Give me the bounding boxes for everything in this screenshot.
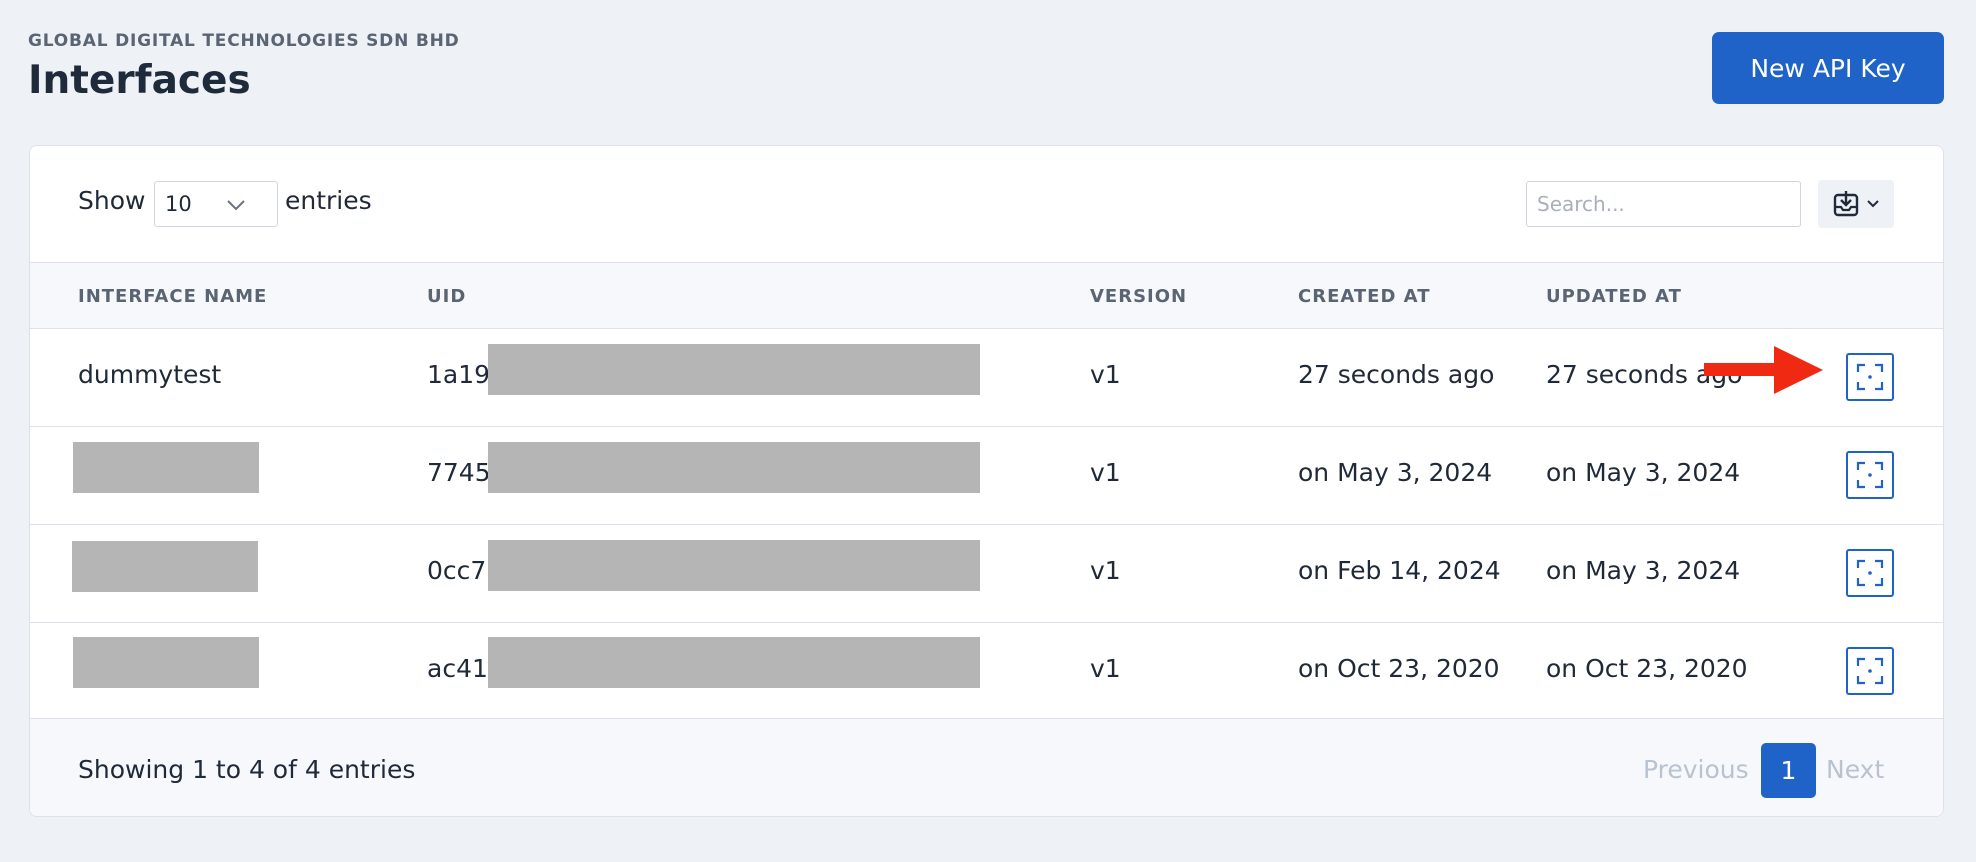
column-header-interface-name[interactable]: INTERFACE NAME xyxy=(78,286,267,307)
chevron-down-icon xyxy=(227,200,245,211)
page-size-value: 10 xyxy=(165,192,192,216)
scan-focus-icon xyxy=(1856,657,1884,685)
new-api-key-button[interactable]: New API Key xyxy=(1712,32,1944,104)
table-row: 7745 v1 on May 3, 2024 on May 3, 2024 xyxy=(30,427,1943,525)
redacted-interface-name xyxy=(73,442,259,493)
column-header-uid[interactable]: UID xyxy=(427,286,466,307)
scan-focus-icon xyxy=(1856,559,1884,587)
scan-focus-icon xyxy=(1856,461,1884,489)
download-tray-icon xyxy=(1833,191,1859,217)
column-header-version[interactable]: VERSION xyxy=(1090,286,1187,307)
redacted-uid xyxy=(488,344,980,395)
entries-info: Showing 1 to 4 of 4 entries xyxy=(78,755,416,784)
updated-at-cell: on May 3, 2024 xyxy=(1546,556,1741,585)
table-row: ac41 v1 on Oct 23, 2020 on Oct 23, 2020 xyxy=(30,623,1943,719)
scan-focus-icon xyxy=(1856,363,1884,391)
version-cell: v1 xyxy=(1090,556,1121,585)
pagination-page-1[interactable]: 1 xyxy=(1761,743,1816,798)
redacted-uid xyxy=(488,442,980,493)
updated-at-cell: on Oct 23, 2020 xyxy=(1546,654,1748,683)
pagination-previous[interactable]: Previous xyxy=(1643,755,1749,784)
redacted-uid xyxy=(488,637,980,688)
table-row: 0cc7l v1 on Feb 14, 2024 on May 3, 2024 xyxy=(30,525,1943,623)
redacted-interface-name xyxy=(73,637,259,688)
uid-cell: 1a19 xyxy=(427,360,491,389)
version-cell: v1 xyxy=(1090,458,1121,487)
view-details-button[interactable] xyxy=(1846,647,1894,695)
page-title: Interfaces xyxy=(28,58,251,103)
interface-name-cell: dummytest xyxy=(78,360,222,389)
redacted-uid xyxy=(488,540,980,591)
uid-cell: 0cc7l xyxy=(427,556,494,585)
annotation-arrow-icon xyxy=(1704,346,1823,394)
column-header-updated-at[interactable]: UPDATED AT xyxy=(1546,286,1682,307)
table-toolbar: Show 10 entries xyxy=(30,146,1943,262)
interfaces-table-card: Show 10 entries INTERFACE NAME UID VERSI… xyxy=(29,145,1944,817)
uid-cell: 7745 xyxy=(427,458,491,487)
show-label: Show xyxy=(78,186,146,215)
organization-name: GLOBAL DIGITAL TECHNOLOGIES SDN BHD xyxy=(28,31,460,51)
uid-cell: ac41 xyxy=(427,654,488,683)
created-at-cell: on May 3, 2024 xyxy=(1298,458,1493,487)
column-header-created-at[interactable]: CREATED AT xyxy=(1298,286,1431,307)
version-cell: v1 xyxy=(1090,654,1121,683)
search-input[interactable] xyxy=(1526,181,1801,227)
view-details-button[interactable] xyxy=(1846,353,1894,401)
page-size-select[interactable]: 10 xyxy=(154,181,278,227)
chevron-down-icon xyxy=(1867,200,1879,208)
entries-label: entries xyxy=(285,186,372,215)
table-header: INTERFACE NAME UID VERSION CREATED AT UP… xyxy=(30,262,1943,329)
view-details-button[interactable] xyxy=(1846,451,1894,499)
updated-at-cell: on May 3, 2024 xyxy=(1546,458,1741,487)
version-cell: v1 xyxy=(1090,360,1121,389)
pagination-next[interactable]: Next xyxy=(1826,755,1884,784)
table-row: dummytest 1a19 v1 27 seconds ago 27 seco… xyxy=(30,329,1943,427)
export-dropdown-button[interactable] xyxy=(1818,180,1894,228)
created-at-cell: on Feb 14, 2024 xyxy=(1298,556,1501,585)
created-at-cell: 27 seconds ago xyxy=(1298,360,1495,389)
table-footer: Showing 1 to 4 of 4 entries Previous 1 N… xyxy=(30,719,1943,816)
redacted-interface-name xyxy=(72,541,258,592)
created-at-cell: on Oct 23, 2020 xyxy=(1298,654,1500,683)
view-details-button[interactable] xyxy=(1846,549,1894,597)
